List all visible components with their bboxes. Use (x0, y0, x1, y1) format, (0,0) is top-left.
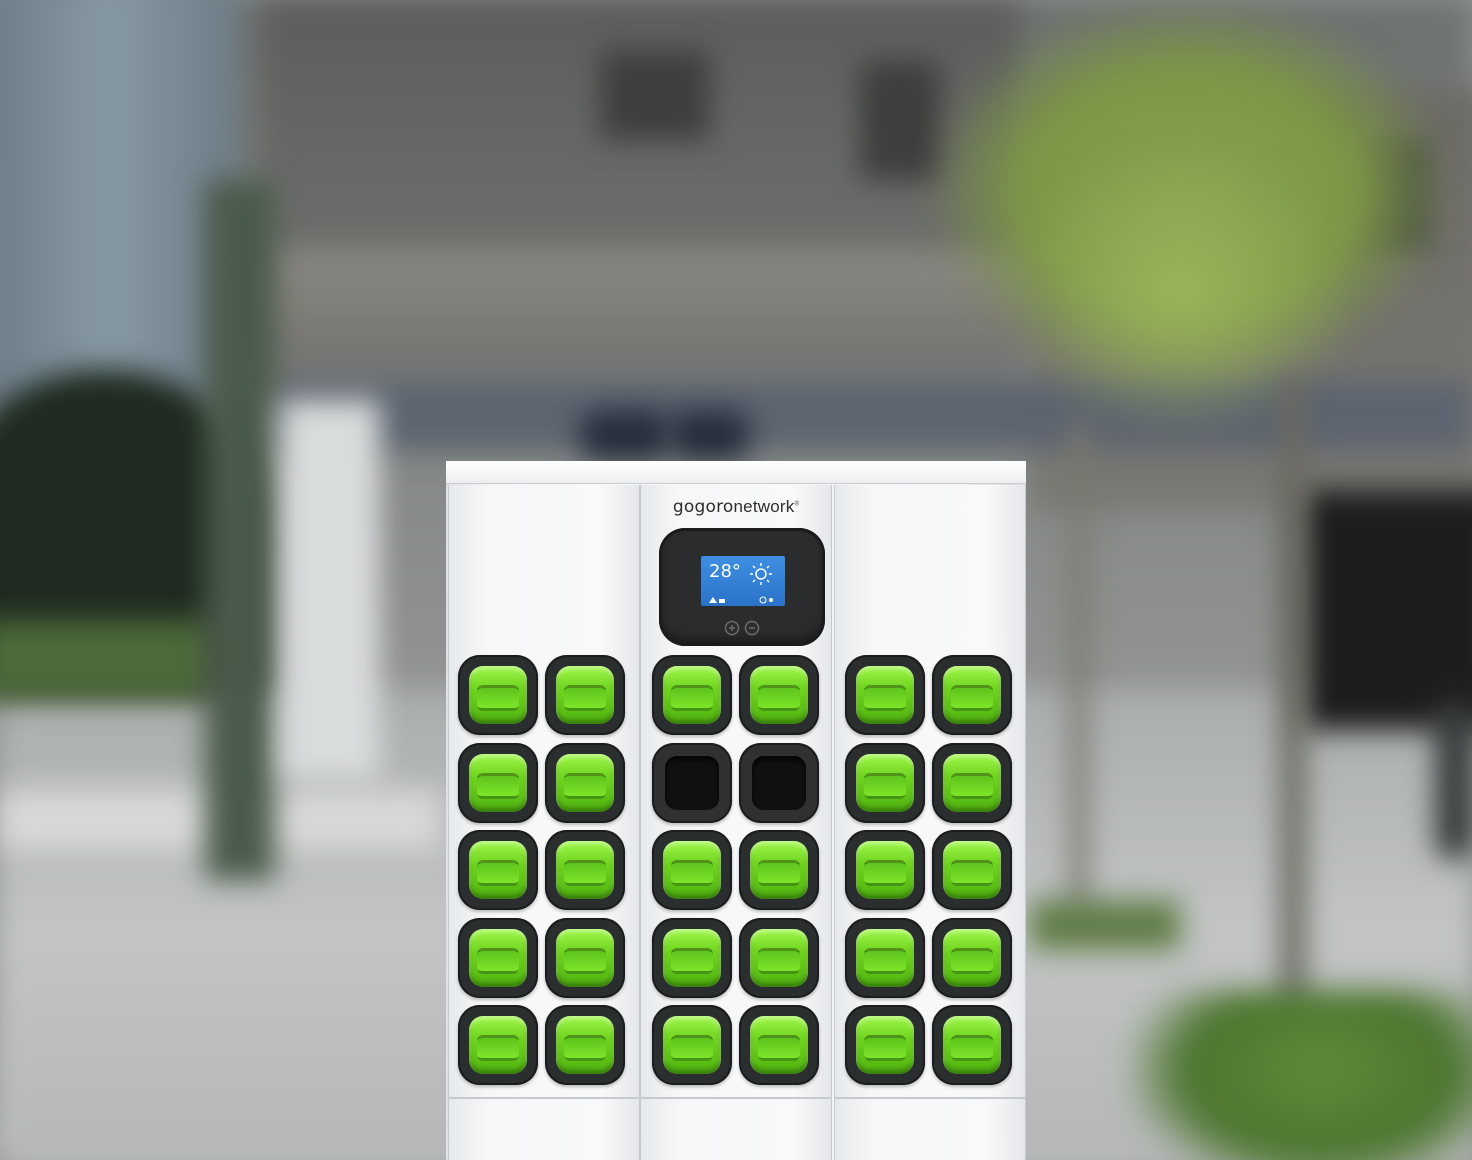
battery-slot-charged[interactable] (458, 830, 538, 910)
pedestrian (1435, 700, 1472, 860)
battery-slot-charged[interactable] (545, 1005, 625, 1085)
battery-slot-charged[interactable] (932, 1005, 1012, 1085)
battery-slot-charged[interactable] (458, 742, 538, 823)
battery-slot-charged[interactable] (739, 830, 819, 910)
battery-slot-charged[interactable] (458, 917, 538, 998)
tree-trunk (1070, 420, 1088, 920)
white-panel (280, 400, 380, 780)
glass-tower (0, 0, 240, 420)
battery-slot-charged[interactable] (545, 917, 625, 998)
battery-slot-charged[interactable] (739, 917, 819, 998)
brand-suffix: network (733, 497, 795, 516)
screen-status-icons (709, 596, 773, 604)
tree-foliage (1000, 140, 1360, 440)
building-window (860, 60, 940, 180)
battery-slot-charged[interactable] (739, 1005, 819, 1085)
battery-slot-charged[interactable] (845, 1005, 925, 1085)
battery-swap-station: gogoronetwork® 28° (446, 461, 1026, 1160)
battery-slot-charged[interactable] (545, 830, 625, 910)
plus-minus-loop-icon (724, 620, 760, 636)
battery-slot-empty[interactable] (739, 742, 819, 823)
battery-slot-charged[interactable] (652, 1005, 732, 1085)
left-hedge (0, 620, 220, 700)
battery-slot-charged[interactable] (845, 830, 925, 910)
battery-slot-charged[interactable] (932, 830, 1012, 910)
battery-slot-charged[interactable] (845, 742, 925, 823)
parked-car (580, 410, 670, 460)
middle-hedge (1030, 900, 1180, 950)
battery-slot-charged[interactable] (845, 655, 925, 735)
sun-icon (750, 563, 772, 585)
battery-slot-empty[interactable] (652, 742, 732, 823)
building-window (600, 50, 710, 140)
registered-mark: ® (794, 501, 800, 508)
battery-slot-charged[interactable] (652, 830, 732, 910)
kiosk-screen[interactable]: 28° (701, 556, 785, 606)
battery-slot-charged[interactable] (458, 1005, 538, 1085)
battery-slot-charged[interactable] (545, 742, 625, 823)
brand-logo: gogoronetwork® (641, 497, 831, 517)
dark-doorway (1300, 490, 1472, 730)
battery-slot-charged[interactable] (739, 655, 819, 735)
tree-trunk (1280, 380, 1306, 1020)
column-base-seam (641, 1097, 831, 1099)
parked-car (670, 410, 750, 460)
column-base-seam (835, 1097, 1025, 1099)
battery-slot-charged[interactable] (932, 742, 1012, 823)
battery-slot-charged[interactable] (932, 917, 1012, 998)
battery-slot-charged[interactable] (652, 917, 732, 998)
battery-slot-charged[interactable] (652, 655, 732, 735)
brand-logo-word: gogoro (672, 497, 734, 517)
green-pillar (205, 180, 275, 880)
kiosk-display-unit[interactable]: 28° (659, 528, 825, 646)
right-hedge (1130, 990, 1472, 1160)
battery-slot-charged[interactable] (458, 655, 538, 735)
battery-slot-charged[interactable] (932, 655, 1012, 735)
column-base-seam (449, 1097, 639, 1099)
battery-slot-charged[interactable] (545, 655, 625, 735)
battery-slot-charged[interactable] (845, 917, 925, 998)
temperature-readout: 28° (709, 561, 741, 582)
station-top-cap (446, 461, 1026, 484)
